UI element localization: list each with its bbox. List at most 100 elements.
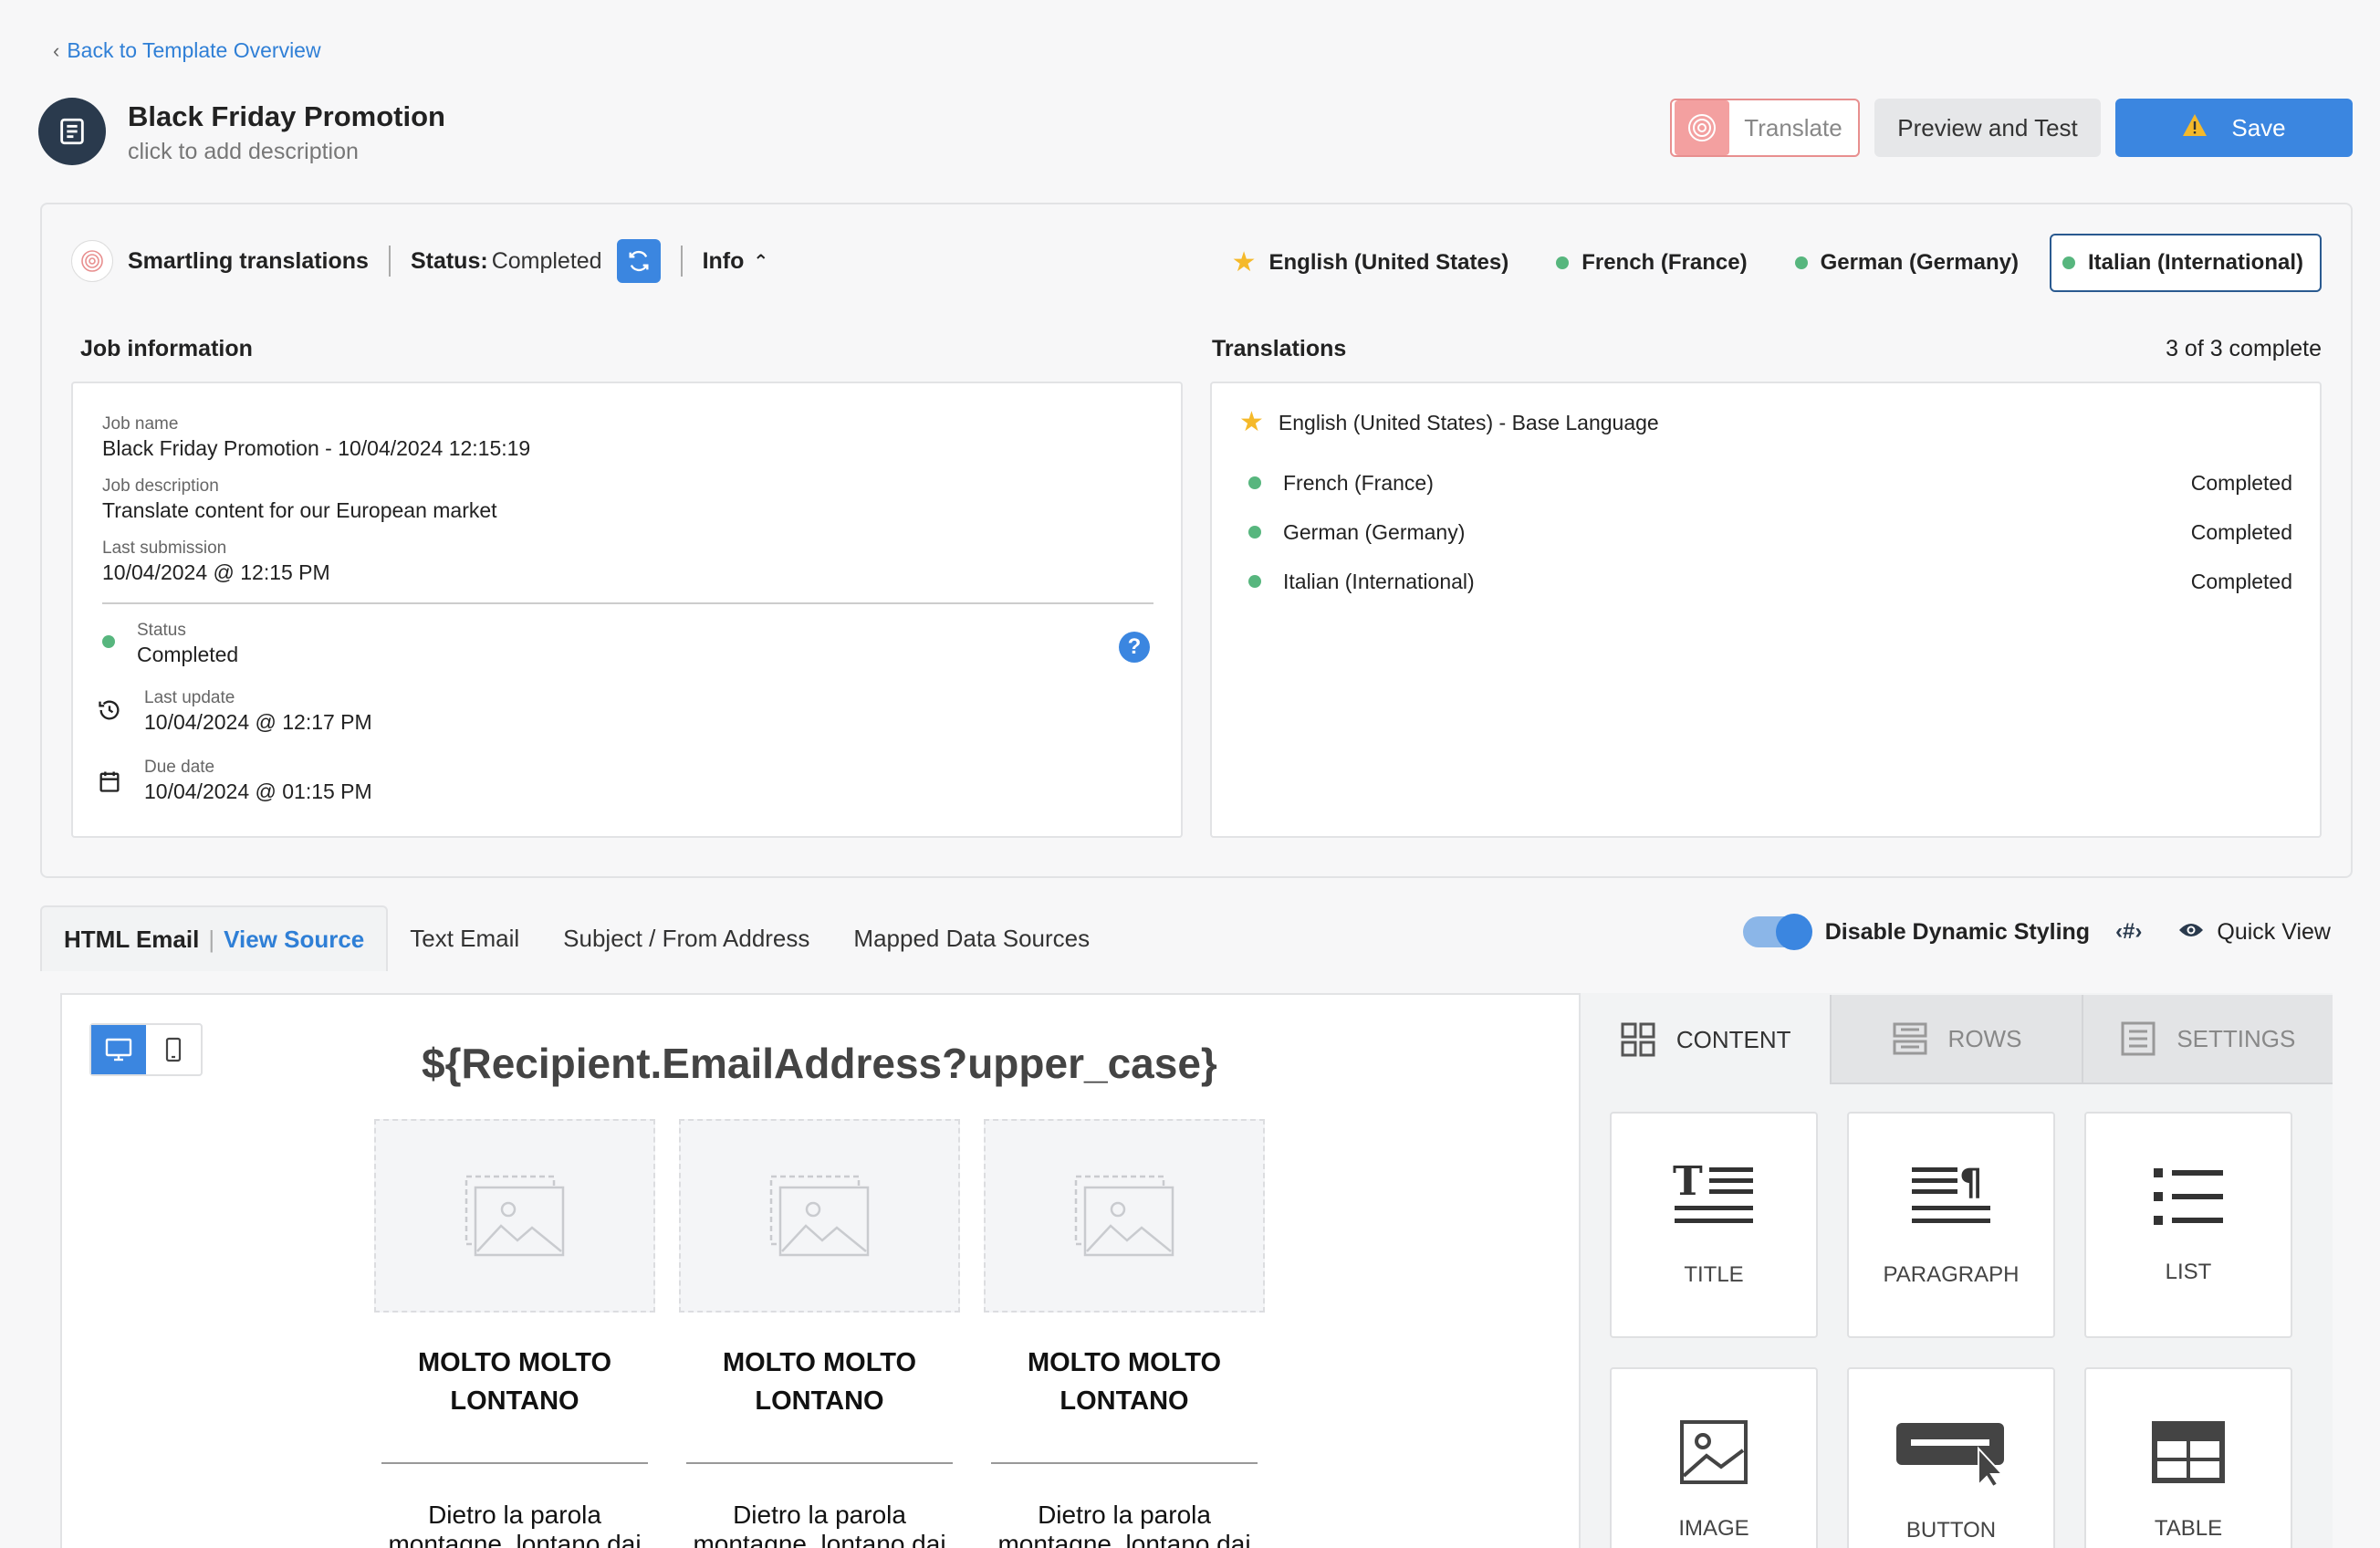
language-tab-label: French (France) [1581,250,1748,275]
status-value: Completed [491,247,602,274]
last-submission-value: 10/04/2024 @ 12:15 PM [102,560,330,584]
status-dot-icon [2062,256,2075,269]
divider [680,246,683,277]
history-icon [97,697,122,727]
info-toggle[interactable]: Info ⌃ [703,248,769,275]
button-icon [1896,1423,2005,1487]
status-field-label: Status [137,621,186,640]
job-name-value: Black Friday Promotion - 10/04/2024 12:1… [102,436,531,460]
email-title[interactable]: ${Recipient.EmailAddress?upper_case} [422,1039,1217,1088]
content-blocks: T TITLE ¶ PARAGRAPH LIST IMAGE BUTTON TA… [1610,1112,2292,1548]
last-update-value: 10/04/2024 @ 12:17 PM [144,710,372,734]
tab-content[interactable]: CONTENT [1581,995,1831,1084]
block-label: IMAGE [1678,1516,1749,1541]
grid-icon [1621,1022,1655,1057]
language-tab-french[interactable]: French (France) [1540,234,1763,292]
desktop-view-button[interactable] [91,1025,146,1074]
column-text: Dietro la parola montagne, lontano dai [997,1501,1251,1548]
block-button[interactable]: BUTTON [1847,1367,2055,1548]
table-icon [2152,1421,2225,1483]
star-icon: ★ [1239,407,1264,437]
smartling-logo-icon [71,240,113,282]
divider: | [208,925,215,953]
smartling-title: Smartling translations [128,247,369,274]
block-title[interactable]: T TITLE [1610,1112,1818,1338]
settings-icon [2121,1021,2156,1056]
back-to-overview-link[interactable]: ‹ Back to Template Overview [53,38,321,63]
base-language-label: English (United States) - Base Language [1278,410,1659,434]
tab-settings[interactable]: SETTINGS [2081,995,2333,1084]
translation-status: Completed [2190,470,2292,495]
description-field[interactable]: click to add description [128,139,359,165]
job-name-label: Job name [102,414,179,434]
star-icon: ★ [1231,247,1257,277]
tab-content-label: CONTENT [1675,1025,1791,1053]
title-icon: T [1673,1162,1753,1223]
rows-icon [1893,1022,1927,1055]
job-information-card: Job name Black Friday Promotion - 10/04/… [71,382,1183,838]
status-dot-icon [1248,526,1261,539]
due-date-label: Due date [144,758,215,777]
editor-tabs: HTML Email | View Source Text Email Subj… [40,905,1112,971]
status-dot-icon [1556,256,1570,269]
block-image[interactable]: IMAGE [1610,1367,1818,1548]
preview-and-test-button[interactable]: Preview and Test [1874,99,2101,157]
block-table[interactable]: TABLE [2084,1367,2292,1548]
toggle-knob [1775,914,1812,950]
paragraph-icon: ¶ [1912,1162,1990,1223]
block-label: PARAGRAPH [1883,1262,2020,1287]
dynamic-styling-toggle[interactable] [1742,914,1812,950]
view-source-link[interactable]: View Source [224,926,364,954]
block-paragraph[interactable]: ¶ PARAGRAPH [1847,1112,2055,1338]
warning-icon [2182,113,2208,143]
mobile-view-button[interactable] [146,1025,201,1074]
translations-summary: 3 of 3 complete [2166,336,2322,361]
language-tab-german[interactable]: German (Germany) [1779,234,2035,292]
block-label: TABLE [2154,1516,2223,1541]
quick-view-button[interactable]: Quick View [2178,919,2331,946]
due-date-value: 10/04/2024 @ 01:15 PM [144,779,372,803]
job-information-heading: Job information [80,336,253,361]
help-icon[interactable]: ? [1119,632,1150,663]
back-link-label: Back to Template Overview [67,38,321,62]
column-text: Dietro la parola montagne, lontano dai [693,1501,946,1548]
divider [686,1462,953,1464]
email-column[interactable]: MOLTO MOLTO LONTANO Dietro la parola mon… [679,1119,960,1548]
image-placeholder-icon [679,1119,960,1313]
translation-language: German (Germany) [1283,519,1466,544]
svg-text:¶: ¶ [1959,1162,1982,1204]
page-title: Black Friday Promotion [128,100,445,132]
editor-tools: Disable Dynamic Styling ‹#› Quick View [1742,914,2331,950]
calendar-icon [97,769,122,799]
translation-row-french: French (France) Completed [1248,458,2320,507]
column-heading: MOLTO MOLTO LONTANO [722,1348,917,1416]
eye-icon [2178,919,2204,946]
tab-mapped-data-sources[interactable]: Mapped Data Sources [831,905,1112,971]
email-column[interactable]: MOLTO MOLTO LONTANO Dietro la parola mon… [374,1119,655,1548]
image-placeholder-icon [374,1119,655,1313]
block-label: LIST [2165,1260,2212,1284]
tab-rows[interactable]: ROWS [1830,995,2082,1084]
tab-subject-from-address[interactable]: Subject / From Address [541,905,831,971]
translate-button[interactable]: Translate [1670,99,1860,157]
list-icon [2154,1168,2223,1225]
quick-view-label: Quick View [2217,918,2331,945]
block-list[interactable]: LIST [2084,1112,2292,1338]
language-tab-english[interactable]: ★ English (United States) [1216,234,1526,292]
tab-html-email[interactable]: HTML Email | View Source [40,905,389,971]
save-label: Save [2231,113,2286,141]
smartling-status-bar: Smartling translations Status: Completed… [71,235,768,287]
divider [388,246,391,277]
language-tab-italian[interactable]: Italian (International) [2049,234,2322,292]
translation-language: Italian (International) [1283,569,1475,593]
email-column[interactable]: MOLTO MOLTO LONTANO Dietro la parola mon… [984,1119,1265,1548]
block-label: BUTTON [1905,1518,1997,1543]
sync-button[interactable] [616,239,661,283]
dynamic-tags-icon[interactable]: ‹#› [2115,919,2142,945]
info-label: Info [702,247,745,274]
last-submission-label: Last submission [102,539,227,558]
tab-text-email[interactable]: Text Email [388,905,541,971]
status-dot-icon [1794,256,1808,269]
save-button[interactable]: Save [2115,99,2353,157]
device-switcher [89,1023,203,1076]
